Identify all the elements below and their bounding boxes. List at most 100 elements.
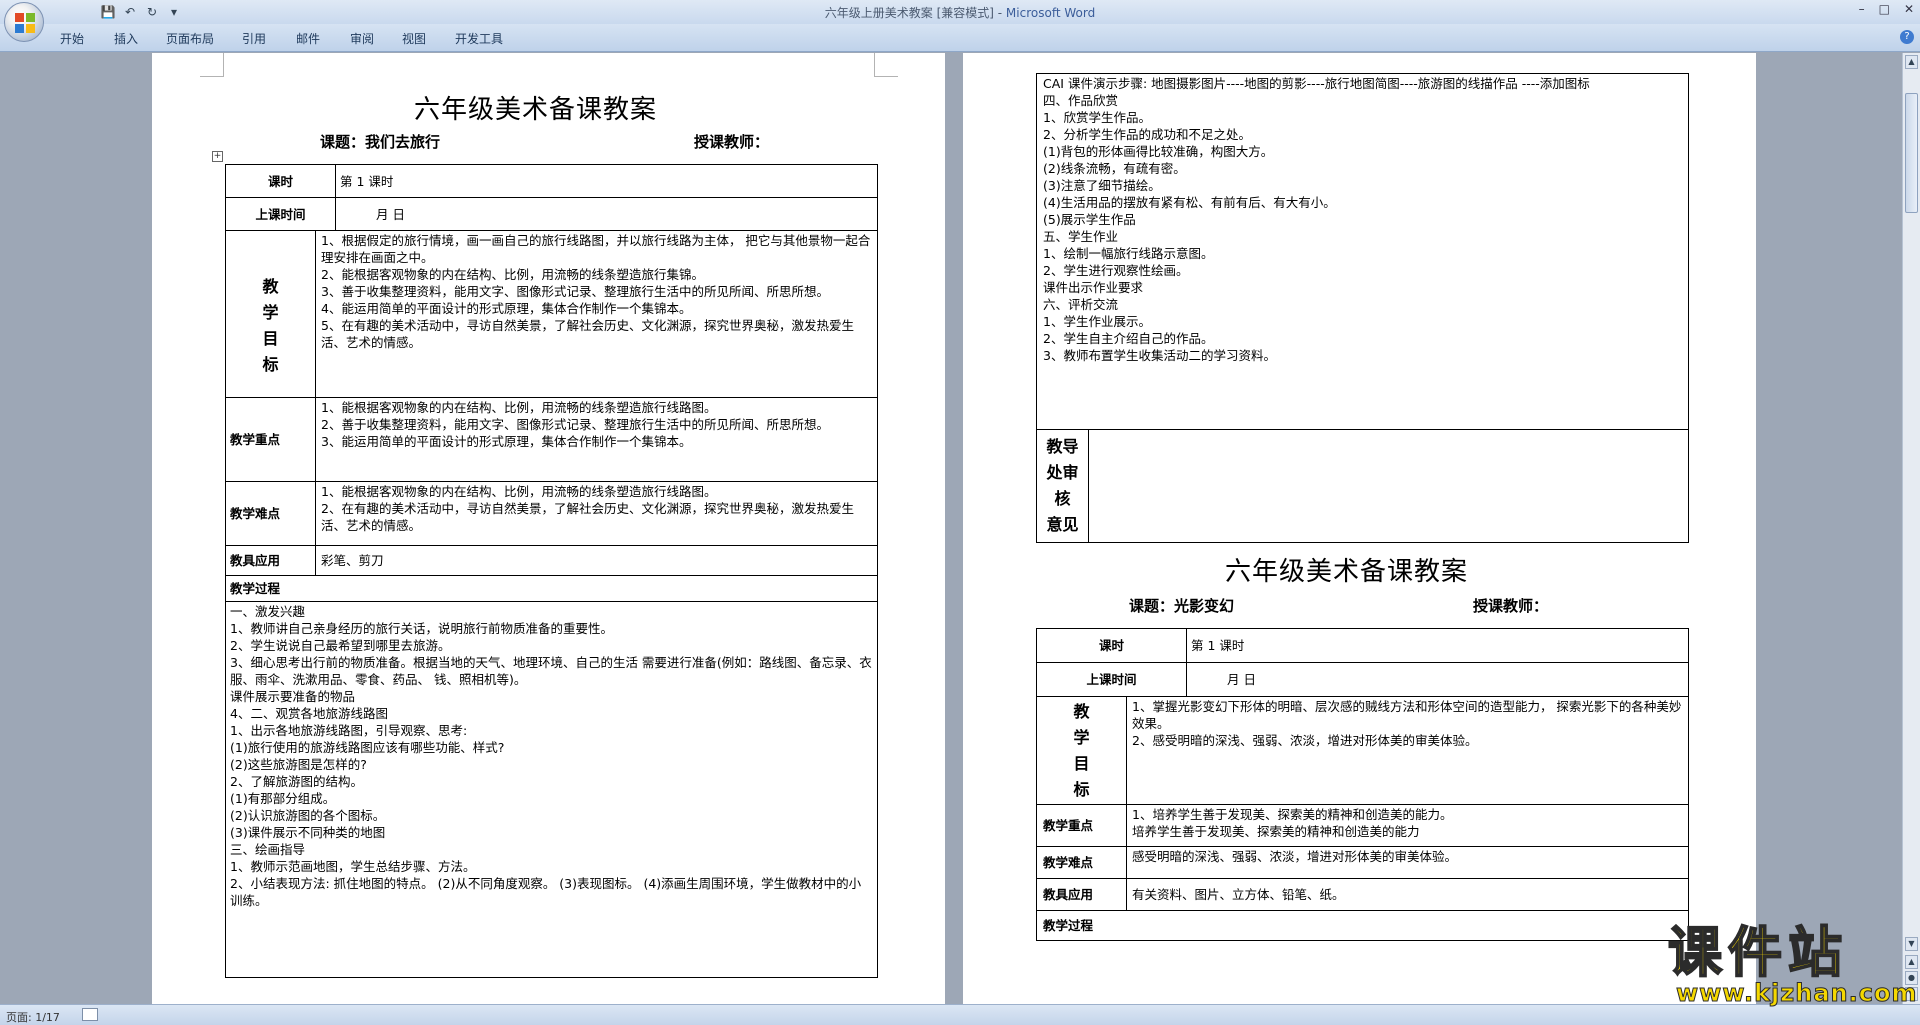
period-value[interactable]: 第 1 课时: [335, 164, 879, 198]
process-line: (3)课件展示不同种类的地图: [230, 825, 386, 840]
goals-label: 教 学 目 标: [1036, 696, 1127, 805]
close-icon[interactable]: ✕: [1904, 2, 1914, 16]
process-line: 三、绘画指导: [230, 842, 306, 857]
class-time-label: 上课时间: [1035, 662, 1188, 697]
process-line: 1、学生作业展示。: [1043, 314, 1151, 329]
key-points-label: 教学重点: [1036, 804, 1127, 847]
difficult-point-item: 1、能根据客观物象的内在结构、比例，用流畅的线条塑造旅行线路图。: [321, 484, 717, 499]
process-line: 一、激发兴趣: [230, 604, 306, 619]
goal-item: 2、感受明暗的深浅、强弱、浓淡，增进对形体美的审美体验。: [1132, 733, 1478, 748]
corner-mark: [200, 53, 224, 77]
tab-view[interactable]: 视图: [402, 30, 426, 47]
scroll-up-icon[interactable]: ▲: [1905, 55, 1918, 69]
process-line: 2、分析学生作品的成功和不足之处。: [1043, 127, 1251, 142]
process-line: (2)线条流畅，有疏有密。: [1043, 161, 1186, 176]
process-line: (1)有那部分组成。: [230, 791, 336, 806]
restore-icon[interactable]: □: [1879, 2, 1890, 16]
tab-page-layout[interactable]: 页面布局: [166, 30, 214, 47]
process-label: 教学过程: [224, 575, 879, 602]
goal-item: 5、在有趣的美术活动中，寻访自然美景，了解社会历史、文化渊源，探究世界奥秘，激发…: [321, 318, 854, 350]
goal-item: 4、能运用简单的平面设计的形式原理，集体合作制作一个集锦本。: [321, 301, 692, 316]
document-page-2: CAI 课件演示步骤: 地图摄影图片----地图的剪影----旅行地图简图---…: [963, 53, 1756, 1004]
process-content[interactable]: 一、激发兴趣 1、教师讲自己亲身经历的旅行关话，说明旅行前物质准备的重要性。 2…: [224, 601, 879, 978]
goal-item: 2、能根据客观物象的内在结构、比例，用流畅的线条塑造旅行集锦。: [321, 267, 704, 282]
process-line: (2)认识旅游图的各个图标。: [230, 808, 386, 823]
process-label: 教学过程: [1035, 910, 1690, 941]
process-line: (4)生活用品的摆放有紧有松、有前有后、有大有小。: [1043, 195, 1336, 210]
process-line: 2、了解旅游图的结构。: [230, 774, 363, 789]
teacher-label: 授课教师：: [694, 133, 770, 151]
difficult-points-content[interactable]: 1、能根据客观物象的内在结构、比例，用流畅的线条塑造旅行线路图。 2、在有趣的美…: [314, 481, 879, 546]
proofing-icon[interactable]: [82, 1008, 98, 1021]
key-points-label: 教学重点: [225, 397, 316, 482]
class-time-value[interactable]: 月 日: [335, 197, 879, 231]
process-line: 1、绘制一幅旅行线路示意图。: [1043, 246, 1214, 261]
process-line: (1)旅行使用的旅游线路图应该有哪些功能、样式?: [230, 740, 505, 755]
process-line: 3、教师布置学生收集活动二的学习资料。: [1043, 348, 1276, 363]
vertical-scrollbar[interactable]: ▲ ▼ ▲ ● ▼: [1902, 53, 1920, 1004]
lesson-plan-table: 课时 第 1 课时 上课时间 月 日 教 学 目 标 1、根据假定的旅行情境，画…: [224, 164, 879, 978]
tools-label: 教具应用: [225, 545, 316, 576]
page-count[interactable]: 页面: 1/17: [6, 1009, 60, 1025]
tab-references[interactable]: 引用: [242, 30, 266, 47]
key-point-item: 培养学生善于发现美、探索美的精神和创造美的能力: [1132, 824, 1420, 839]
goals-content[interactable]: 1、根据假定的旅行情境，画一画自己的旅行线路图，并以旅行线路为主体， 把它与其他…: [314, 230, 879, 398]
ribbon-tabs: 开始 插入 页面布局 引用 邮件 审阅 视图 开发工具 ?: [0, 24, 1920, 52]
minimize-icon[interactable]: –: [1859, 2, 1865, 16]
process-line: 1、出示各地旅游线路图，引导观察、思考:: [230, 723, 468, 738]
lesson-title: 六年级美术备课教案: [1225, 557, 1469, 587]
process-line: 4、二、观赏各地旅游线路图: [230, 706, 388, 721]
lesson-plan-table-continued: CAI 课件演示步骤: 地图摄影图片----地图的剪影----旅行地图简图---…: [1036, 73, 1689, 543]
difficult-point-item: 2、在有趣的美术活动中，寻访自然美景，了解社会历史、文化渊源，探究世界奥秘，激发…: [321, 501, 854, 533]
window-title: 六年级上册美术教案 [兼容模式] - Microsoft Word: [824, 6, 1096, 20]
office-button[interactable]: [4, 2, 44, 42]
table-move-handle-icon[interactable]: +: [212, 151, 223, 162]
scrollbar-thumb[interactable]: [1905, 93, 1918, 213]
goal-item: 1、掌握光影变幻下形体的明暗、层次感的贼线方法和形体空间的造型能力， 探索光影下…: [1132, 699, 1682, 731]
tab-mailings[interactable]: 邮件: [296, 30, 320, 47]
process-line: 1、欣赏学生作品。: [1043, 110, 1151, 125]
tools-value[interactable]: 彩笔、剪刀: [314, 545, 879, 576]
process-content-continued[interactable]: CAI 课件演示步骤: 地图摄影图片----地图的剪影----旅行地图简图---…: [1036, 73, 1689, 430]
difficult-point-item: 感受明暗的深浅、强弱、浓淡，增进对形体美的审美体验。: [1132, 849, 1458, 864]
process-line: 3、细心思考出行前的物质准备。根据当地的天气、地理环境、自己的生活 需要进行准备…: [230, 655, 872, 687]
tab-home[interactable]: 开始: [60, 30, 84, 47]
process-line: 2、学生说说自己最希望到哪里去旅游。: [230, 638, 451, 653]
tools-value[interactable]: 有关资料、图片、立方体、铅笔、纸。: [1125, 878, 1690, 911]
process-line: (5)展示学生作品: [1043, 212, 1136, 227]
watermark-url: www.kjzhan.com: [1675, 979, 1918, 1008]
watermark-logo-text: 课件站: [1667, 921, 1848, 984]
goal-item: 3、善于收集整理资料，能用文字、图像形式记录、整理旅行生活中的所见所闻、所思所想…: [321, 284, 829, 299]
process-line: (3)注意了细节描绘。: [1043, 178, 1161, 193]
tab-insert[interactable]: 插入: [114, 30, 138, 47]
document-page-1: 六年级美术备课教案 课题：我们去旅行 授课教师： + 课时 第 1 课时 上课时…: [152, 53, 945, 1004]
tools-label: 教具应用: [1036, 878, 1127, 911]
process-line: 2、学生自主介绍自己的作品。: [1043, 331, 1214, 346]
goals-content[interactable]: 1、掌握光影变幻下形体的明暗、层次感的贼线方法和形体空间的造型能力， 探索光影下…: [1125, 696, 1690, 805]
process-line: 六、评析交流: [1043, 297, 1119, 312]
scroll-down-icon[interactable]: ▼: [1905, 937, 1918, 951]
window-controls: – □ ✕: [1859, 2, 1914, 16]
help-icon[interactable]: ?: [1900, 30, 1914, 44]
key-points-content[interactable]: 1、培养学生善于发现美、探索美的精神和创造美的能力。 培养学生善于发现美、探索美…: [1125, 804, 1690, 847]
goals-label: 教 学 目 标: [225, 230, 316, 398]
difficult-points-label: 教学难点: [1036, 846, 1127, 879]
process-line: 2、小结表现方法: 抓住地图的特点。 (2)从不同角度观察。 (3)表现图标。 …: [230, 876, 862, 908]
previous-page-icon[interactable]: ▲: [1905, 955, 1918, 969]
tab-developer[interactable]: 开发工具: [455, 30, 503, 47]
key-point-item: 1、培养学生善于发现美、探索美的精神和创造美的能力。: [1132, 807, 1453, 822]
key-points-content[interactable]: 1、能根据客观物象的内在结构、比例，用流畅的线条塑造旅行线路图。 2、善于收集整…: [314, 397, 879, 482]
class-time-value[interactable]: 月 日: [1186, 662, 1690, 697]
corner-mark: [874, 53, 898, 77]
lesson-topic: 课题：光影变幻: [1129, 597, 1235, 615]
lesson-plan-table-2: 课时 第 1 课时 上课时间 月 日 教 学 目 标 1、掌握光影变幻下形体的明…: [1035, 628, 1690, 941]
period-value[interactable]: 第 1 课时: [1186, 628, 1690, 663]
process-line: 课件展示要准备的物品: [230, 689, 356, 704]
lesson-topic: 课题：我们去旅行: [320, 133, 441, 151]
review-content[interactable]: [1088, 429, 1689, 543]
class-time-label: 上课时间: [224, 197, 337, 231]
difficult-points-content[interactable]: 感受明暗的深浅、强弱、浓淡，增进对形体美的审美体验。: [1125, 846, 1690, 879]
review-label: 教导 处审 核 意见: [1036, 429, 1089, 543]
tab-review[interactable]: 审阅: [350, 30, 374, 47]
process-line: 课件出示作业要求: [1043, 280, 1144, 295]
